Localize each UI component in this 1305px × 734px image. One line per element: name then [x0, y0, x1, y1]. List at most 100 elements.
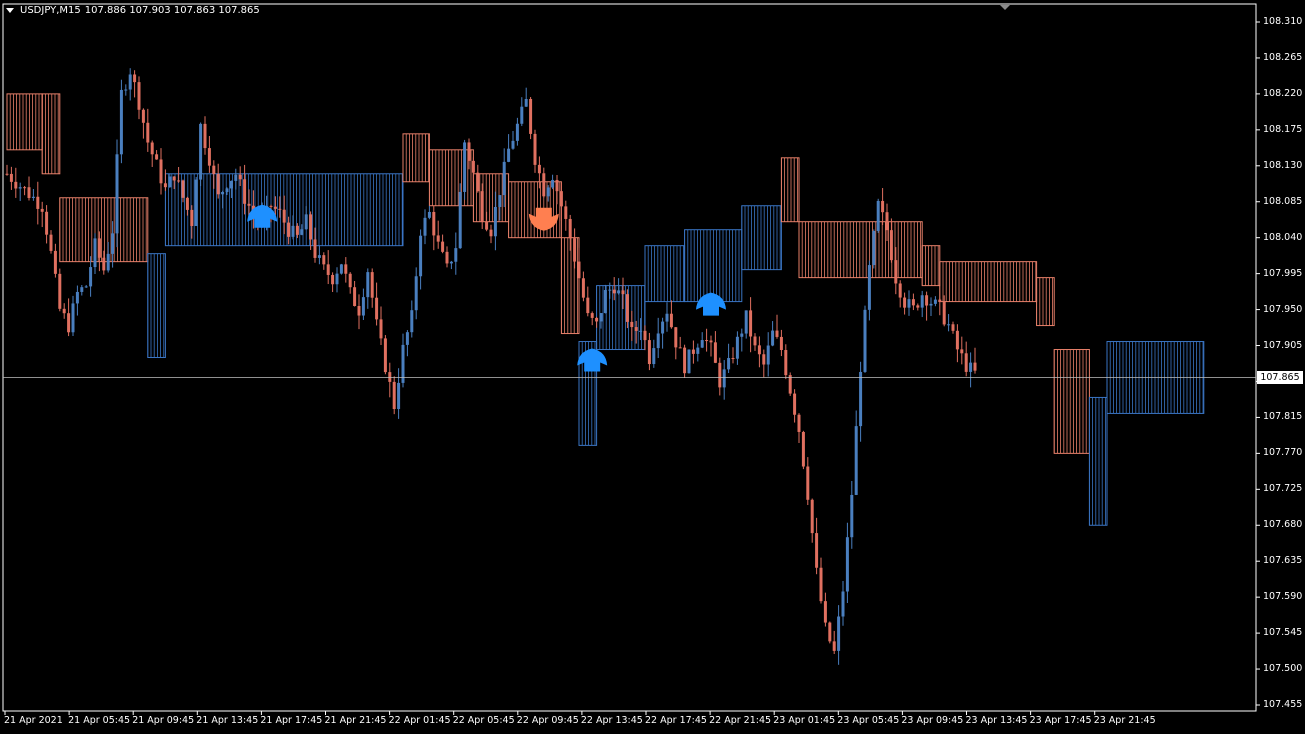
candle [793, 389, 797, 423]
candle [177, 166, 181, 183]
candle [463, 139, 467, 200]
candle [590, 311, 594, 326]
candle [933, 296, 937, 307]
candle [379, 306, 383, 345]
candle [559, 182, 563, 221]
candle [872, 229, 876, 269]
y-tick-label: 108.085 [1263, 195, 1303, 207]
candle [850, 480, 854, 549]
cloud-segment-13 [684, 229, 743, 303]
candle [150, 140, 154, 167]
candle [555, 174, 559, 205]
candle [876, 198, 880, 233]
candle [867, 260, 871, 321]
candle [18, 182, 22, 201]
candle [779, 329, 783, 357]
candle [683, 344, 687, 378]
price-chart[interactable] [0, 0, 1305, 734]
candle [212, 160, 216, 189]
candle [322, 252, 326, 270]
cloud-segment-12 [644, 245, 686, 303]
candle [383, 335, 387, 375]
candle [344, 257, 348, 283]
y-tick-label: 108.265 [1263, 51, 1303, 63]
cloud-segment-18 [939, 261, 1038, 303]
candle [889, 218, 893, 263]
candle [661, 317, 665, 349]
candle [823, 592, 827, 627]
cloud-segment-6 [428, 149, 474, 207]
candle [656, 317, 660, 359]
candle [647, 332, 651, 371]
sell-arrow-icon [528, 207, 559, 231]
candle [564, 200, 568, 231]
y-tick-label: 107.950 [1263, 303, 1303, 315]
candle [524, 87, 528, 107]
candle [287, 216, 291, 245]
candle [361, 288, 365, 320]
y-tick-label: 107.770 [1263, 447, 1303, 459]
candle [282, 195, 286, 235]
cloud-segment-0 [6, 93, 43, 151]
candle [432, 205, 436, 251]
candle [71, 295, 75, 337]
candle [207, 135, 211, 173]
ohlc-values: 107.886 107.903 107.863 107.865 [84, 5, 260, 16]
candle [837, 605, 841, 665]
candle [718, 357, 722, 396]
candle [335, 267, 339, 293]
y-tick-label: 107.455 [1263, 699, 1303, 710]
candle [40, 201, 44, 228]
candle [854, 410, 858, 496]
candle [119, 79, 123, 164]
chart-menu-triangle-icon[interactable] [6, 8, 14, 13]
candle [920, 290, 924, 318]
candle [370, 268, 374, 308]
candle [643, 325, 647, 351]
candle [36, 181, 40, 225]
candle [788, 372, 792, 396]
y-tick-label: 107.500 [1263, 663, 1303, 675]
candle [586, 286, 590, 317]
x-tick-label: 23 Apr 21:45 [1093, 715, 1156, 726]
candle [317, 245, 321, 265]
x-tick-label: 22 Apr 17:45 [645, 715, 707, 726]
symbol-label: USDJPY,M15 [20, 5, 81, 16]
candle [419, 229, 423, 290]
candle [938, 298, 942, 316]
cloud-segment-5 [402, 133, 430, 183]
candle [762, 349, 766, 378]
x-tick-label: 22 Apr 21:45 [709, 715, 772, 726]
cloud-segment-15 [780, 157, 800, 223]
candle [731, 347, 735, 364]
x-tick-label: 21 Apr 17:45 [260, 715, 323, 726]
candle [757, 336, 761, 368]
candle [45, 205, 49, 244]
candle [705, 328, 709, 352]
candle [630, 310, 634, 341]
candle [234, 168, 238, 190]
candle [454, 232, 458, 275]
shift-marker-icon[interactable] [1000, 5, 1010, 10]
candle [75, 285, 79, 316]
candle [529, 97, 533, 140]
candle [907, 290, 911, 316]
candle [507, 134, 511, 163]
candle [291, 215, 295, 240]
candle [339, 263, 343, 275]
candle [326, 250, 330, 285]
candle [511, 131, 515, 150]
cloud-segment-3 [147, 253, 166, 359]
candle [5, 164, 9, 176]
candle [744, 310, 748, 339]
x-tick-label: 21 Apr 09:45 [132, 715, 195, 726]
chart-window[interactable]: USDJPY,M15 107.886 107.903 107.863 107.8… [0, 0, 1305, 734]
y-tick-label: 107.815 [1263, 411, 1303, 423]
candle [14, 167, 18, 198]
y-tick-label: 108.220 [1263, 87, 1303, 99]
candle [115, 139, 119, 248]
y-tick-label: 108.040 [1263, 231, 1303, 243]
candle [806, 457, 810, 506]
candle [700, 332, 704, 349]
y-tick-label: 108.310 [1263, 16, 1303, 27]
